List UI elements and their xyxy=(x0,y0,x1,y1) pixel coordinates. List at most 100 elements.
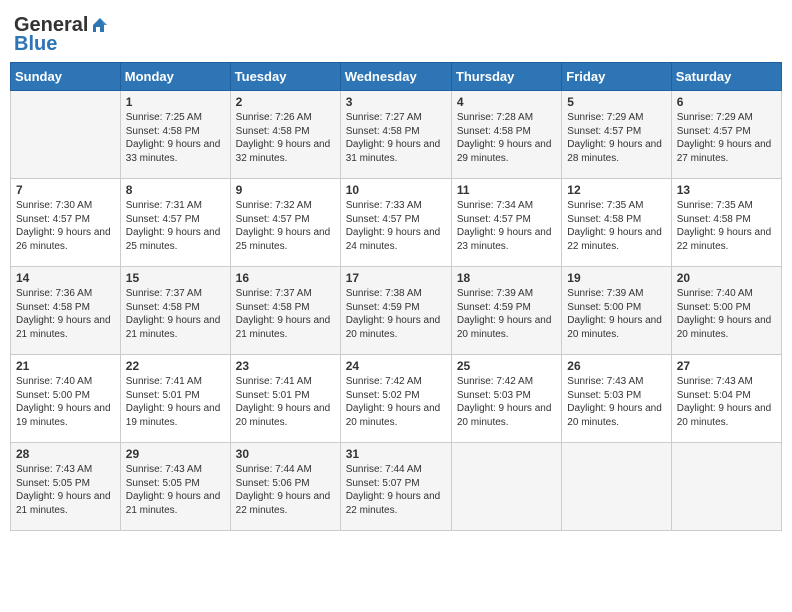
cell-sun-info: Sunrise: 7:43 AMSunset: 5:05 PMDaylight:… xyxy=(126,463,225,517)
day-number: 2 xyxy=(236,95,335,109)
calendar-cell: 2 Sunrise: 7:26 AMSunset: 4:58 PMDaylight… xyxy=(230,91,340,179)
calendar-cell: 6Sunrise: 7:29 AMSunset: 4:57 PMDaylight… xyxy=(671,91,781,179)
calendar-cell: 28 Sunrise: 7:43 AMSunset: 5:05 PMDayligh… xyxy=(11,443,121,531)
cell-sun-info: Sunrise: 7:43 AMSunset: 5:05 PMDaylight:… xyxy=(16,463,115,517)
calendar-cell xyxy=(671,443,781,531)
logo: General Blue xyxy=(14,14,109,56)
day-number: 3 xyxy=(346,95,446,109)
day-number: 12 xyxy=(567,183,665,197)
calendar-cell: 19 Sunrise: 7:39 AMSunset: 5:00 PMDayligh… xyxy=(562,267,671,355)
cell-sun-info: Sunrise: 7:44 AMSunset: 5:07 PMDaylight:… xyxy=(346,463,446,517)
cell-sun-info: Sunrise: 7:42 AMSunset: 5:02 PMDaylight:… xyxy=(346,375,446,429)
column-header-saturday: Saturday xyxy=(671,63,781,91)
calendar-cell: 10 Sunrise: 7:33 AMSunset: 4:57 PMDayligh… xyxy=(340,179,451,267)
day-number: 4 xyxy=(457,95,556,109)
calendar-cell xyxy=(451,443,561,531)
column-header-friday: Friday xyxy=(562,63,671,91)
day-number: 18 xyxy=(457,271,556,285)
calendar-cell: 29 Sunrise: 7:43 AMSunset: 5:05 PMDayligh… xyxy=(120,443,230,531)
calendar-header-row: SundayMondayTuesdayWednesdayThursdayFrid… xyxy=(11,63,782,91)
calendar-week-1: 1Sunrise: 7:25 AMSunset: 4:58 PMDaylight… xyxy=(11,91,782,179)
day-number: 29 xyxy=(126,447,225,461)
cell-sun-info: Sunrise: 7:35 AMSunset: 4:58 PMDaylight:… xyxy=(567,199,665,253)
day-number: 13 xyxy=(677,183,776,197)
cell-sun-info: Sunrise: 7:26 AMSunset: 4:58 PMDaylight:… xyxy=(236,111,335,165)
cell-sun-info: Sunrise: 7:37 AMSunset: 4:58 PMDaylight:… xyxy=(126,287,225,341)
calendar-cell: 15 Sunrise: 7:37 AMSunset: 4:58 PMDayligh… xyxy=(120,267,230,355)
day-number: 26 xyxy=(567,359,665,373)
cell-sun-info: Sunrise: 7:44 AMSunset: 5:06 PMDaylight:… xyxy=(236,463,335,517)
day-number: 25 xyxy=(457,359,556,373)
calendar-table: SundayMondayTuesdayWednesdayThursdayFrid… xyxy=(10,62,782,531)
calendar-cell: 9Sunrise: 7:32 AMSunset: 4:57 PMDaylight… xyxy=(230,179,340,267)
calendar-week-2: 7 Sunrise: 7:30 AMSunset: 4:57 PMDaylight… xyxy=(11,179,782,267)
cell-sun-info: Sunrise: 7:29 AMSunset: 4:57 PMDaylight:… xyxy=(677,111,776,165)
day-number: 24 xyxy=(346,359,446,373)
day-number: 11 xyxy=(457,183,556,197)
calendar-week-5: 28 Sunrise: 7:43 AMSunset: 5:05 PMDayligh… xyxy=(11,443,782,531)
day-number: 17 xyxy=(346,271,446,285)
column-header-monday: Monday xyxy=(120,63,230,91)
day-number: 10 xyxy=(346,183,446,197)
cell-sun-info: Sunrise: 7:42 AMSunset: 5:03 PMDaylight:… xyxy=(457,375,556,429)
calendar-cell: 31Sunrise: 7:44 AMSunset: 5:07 PMDayligh… xyxy=(340,443,451,531)
day-number: 22 xyxy=(126,359,225,373)
calendar-week-3: 14Sunrise: 7:36 AMSunset: 4:58 PMDayligh… xyxy=(11,267,782,355)
calendar-cell xyxy=(562,443,671,531)
cell-sun-info: Sunrise: 7:31 AMSunset: 4:57 PMDaylight:… xyxy=(126,199,225,253)
cell-sun-info: Sunrise: 7:37 AMSunset: 4:58 PMDaylight:… xyxy=(236,287,335,341)
calendar-cell: 14Sunrise: 7:36 AMSunset: 4:58 PMDayligh… xyxy=(11,267,121,355)
calendar-cell: 1Sunrise: 7:25 AMSunset: 4:58 PMDaylight… xyxy=(120,91,230,179)
calendar-cell: 16 Sunrise: 7:37 AMSunset: 4:58 PMDayligh… xyxy=(230,267,340,355)
column-header-sunday: Sunday xyxy=(11,63,121,91)
day-number: 5 xyxy=(567,95,665,109)
cell-sun-info: Sunrise: 7:41 AMSunset: 5:01 PMDaylight:… xyxy=(126,375,225,429)
calendar-cell: 7 Sunrise: 7:30 AMSunset: 4:57 PMDaylight… xyxy=(11,179,121,267)
cell-sun-info: Sunrise: 7:30 AMSunset: 4:57 PMDaylight:… xyxy=(16,199,115,253)
cell-sun-info: Sunrise: 7:39 AMSunset: 5:00 PMDaylight:… xyxy=(567,287,665,341)
calendar-cell: 18 Sunrise: 7:39 AMSunset: 4:59 PMDayligh… xyxy=(451,267,561,355)
day-number: 21 xyxy=(16,359,115,373)
day-number: 28 xyxy=(16,447,115,461)
day-number: 19 xyxy=(567,271,665,285)
day-number: 16 xyxy=(236,271,335,285)
calendar-cell: 21 Sunrise: 7:40 AMSunset: 5:00 PMDayligh… xyxy=(11,355,121,443)
cell-sun-info: Sunrise: 7:28 AMSunset: 4:58 PMDaylight:… xyxy=(457,111,556,165)
cell-sun-info: Sunrise: 7:40 AMSunset: 5:00 PMDaylight:… xyxy=(677,287,776,341)
calendar-week-4: 21 Sunrise: 7:40 AMSunset: 5:00 PMDayligh… xyxy=(11,355,782,443)
logo-blue-text: Blue xyxy=(14,33,57,56)
logo-icon xyxy=(91,16,109,34)
calendar-cell: 23 Sunrise: 7:41 AMSunset: 5:01 PMDayligh… xyxy=(230,355,340,443)
day-number: 8 xyxy=(126,183,225,197)
calendar-cell: 5 Sunrise: 7:29 AMSunset: 4:57 PMDaylight… xyxy=(562,91,671,179)
cell-sun-info: Sunrise: 7:35 AMSunset: 4:58 PMDaylight:… xyxy=(677,199,776,253)
column-header-wednesday: Wednesday xyxy=(340,63,451,91)
calendar-cell: 20 Sunrise: 7:40 AMSunset: 5:00 PMDayligh… xyxy=(671,267,781,355)
calendar-cell: 24 Sunrise: 7:42 AMSunset: 5:02 PMDayligh… xyxy=(340,355,451,443)
calendar-cell: 17 Sunrise: 7:38 AMSunset: 4:59 PMDayligh… xyxy=(340,267,451,355)
cell-sun-info: Sunrise: 7:43 AMSunset: 5:04 PMDaylight:… xyxy=(677,375,776,429)
day-number: 30 xyxy=(236,447,335,461)
cell-sun-info: Sunrise: 7:40 AMSunset: 5:00 PMDaylight:… xyxy=(16,375,115,429)
column-header-tuesday: Tuesday xyxy=(230,63,340,91)
cell-sun-info: Sunrise: 7:38 AMSunset: 4:59 PMDaylight:… xyxy=(346,287,446,341)
calendar-cell xyxy=(11,91,121,179)
cell-sun-info: Sunrise: 7:33 AMSunset: 4:57 PMDaylight:… xyxy=(346,199,446,253)
day-number: 15 xyxy=(126,271,225,285)
day-number: 1 xyxy=(126,95,225,109)
cell-sun-info: Sunrise: 7:39 AMSunset: 4:59 PMDaylight:… xyxy=(457,287,556,341)
cell-sun-info: Sunrise: 7:27 AMSunset: 4:58 PMDaylight:… xyxy=(346,111,446,165)
day-number: 27 xyxy=(677,359,776,373)
cell-sun-info: Sunrise: 7:29 AMSunset: 4:57 PMDaylight:… xyxy=(567,111,665,165)
day-number: 7 xyxy=(16,183,115,197)
calendar-cell: 11Sunrise: 7:34 AMSunset: 4:57 PMDayligh… xyxy=(451,179,561,267)
cell-sun-info: Sunrise: 7:36 AMSunset: 4:58 PMDaylight:… xyxy=(16,287,115,341)
cell-sun-info: Sunrise: 7:32 AMSunset: 4:57 PMDaylight:… xyxy=(236,199,335,253)
calendar-cell: 4 Sunrise: 7:28 AMSunset: 4:58 PMDaylight… xyxy=(451,91,561,179)
calendar-cell: 22 Sunrise: 7:41 AMSunset: 5:01 PMDayligh… xyxy=(120,355,230,443)
column-header-thursday: Thursday xyxy=(451,63,561,91)
calendar-cell: 27 Sunrise: 7:43 AMSunset: 5:04 PMDayligh… xyxy=(671,355,781,443)
day-number: 23 xyxy=(236,359,335,373)
day-number: 20 xyxy=(677,271,776,285)
cell-sun-info: Sunrise: 7:41 AMSunset: 5:01 PMDaylight:… xyxy=(236,375,335,429)
